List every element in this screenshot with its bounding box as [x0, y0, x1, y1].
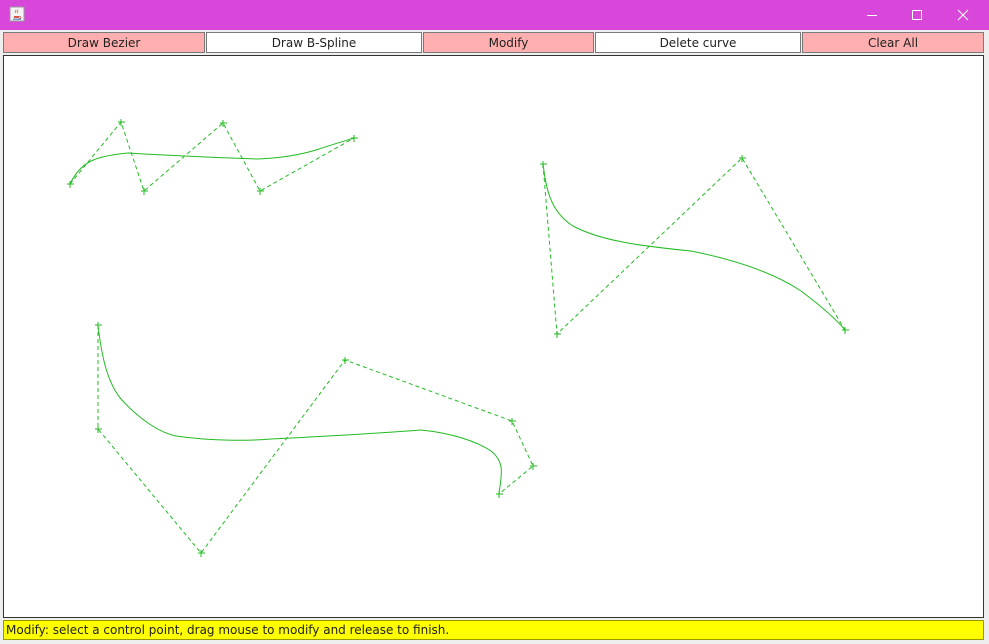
toolbar: Draw Bezier Draw B-Spline Modify Delete …	[0, 30, 989, 54]
close-button[interactable]	[940, 0, 986, 30]
spline-curve-2	[542, 163, 846, 331]
draw-bspline-button[interactable]: Draw B-Spline	[206, 32, 422, 53]
curve-2[interactable]	[540, 155, 849, 338]
title-bar[interactable]	[0, 0, 989, 30]
maximize-icon	[912, 10, 922, 20]
status-bar: Modify: select a control point, drag mou…	[3, 620, 984, 640]
spline-curve-3	[97, 324, 502, 495]
delete-curve-button[interactable]: Delete curve	[595, 32, 801, 53]
maximize-button[interactable]	[894, 0, 940, 30]
curves-layer[interactable]	[4, 56, 983, 617]
curve-1[interactable]	[67, 119, 358, 195]
control-points-2[interactable]	[540, 155, 849, 338]
clear-all-button[interactable]: Clear All	[802, 32, 984, 53]
minimize-button[interactable]	[849, 0, 895, 30]
curve-3[interactable]	[95, 322, 537, 557]
drawing-canvas[interactable]	[3, 55, 984, 618]
close-icon	[957, 9, 969, 21]
control-polygon-3	[97, 325, 534, 554]
draw-bezier-button[interactable]: Draw Bezier	[3, 32, 205, 53]
app-window: Draw Bezier Draw B-Spline Modify Delete …	[0, 0, 989, 644]
control-polygon-2	[542, 157, 846, 336]
control-polygon-1	[69, 120, 355, 192]
modify-button[interactable]: Modify	[423, 32, 594, 53]
minimize-icon	[867, 15, 877, 16]
control-points-3[interactable]	[95, 322, 537, 557]
java-cup-icon	[9, 6, 25, 22]
spline-curve-1	[69, 137, 355, 185]
